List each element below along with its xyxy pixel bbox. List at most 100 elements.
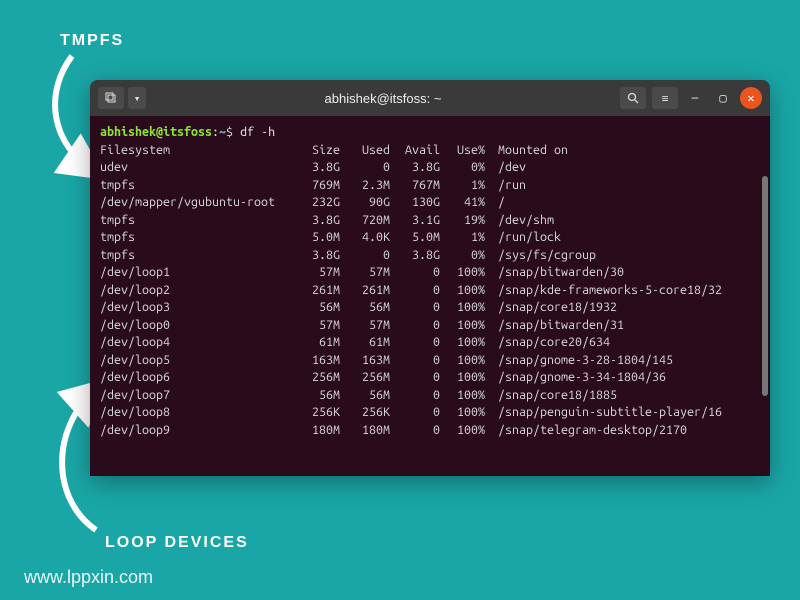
hamburger-icon: ≡	[662, 92, 669, 105]
col-size: 61M	[295, 334, 340, 352]
col-filesystem: tmpfs	[100, 247, 295, 265]
col-avail: 0	[390, 352, 440, 370]
col-avail: 0	[390, 422, 440, 440]
minimize-icon: —	[692, 92, 699, 105]
col-size: 256M	[295, 369, 340, 387]
col-used: 61M	[340, 334, 390, 352]
col-avail: 0	[390, 369, 440, 387]
col-use-pct: 1%	[440, 177, 485, 195]
col-use-pct: 100%	[440, 387, 485, 405]
maximize-button[interactable]: ▢	[712, 87, 734, 109]
col-size: 5.0M	[295, 229, 340, 247]
col-used: 261M	[340, 282, 390, 300]
df-row: /dev/loop9180M180M0100% /snap/telegram-d…	[100, 422, 760, 440]
col-filesystem: tmpfs	[100, 177, 295, 195]
terminal-window: ▾ abhishek@itsfoss: ~ ≡ — ▢ ✕ abhishek@i	[90, 80, 770, 476]
col-size: 57M	[295, 317, 340, 335]
tab-dropdown-button[interactable]: ▾	[128, 87, 146, 109]
col-avail: 767M	[390, 177, 440, 195]
col-mounted-on: /snap/bitwarden/31	[485, 318, 624, 332]
col-avail: 0	[390, 317, 440, 335]
titlebar-right-controls: ≡ — ▢ ✕	[620, 87, 762, 109]
col-mounted-on: /snap/gnome-3-28-1804/145	[485, 353, 673, 367]
minimize-button[interactable]: —	[684, 87, 706, 109]
col-filesystem: /dev/loop9	[100, 422, 295, 440]
titlebar: ▾ abhishek@itsfoss: ~ ≡ — ▢ ✕	[90, 80, 770, 116]
col-size: 180M	[295, 422, 340, 440]
col-used: 90G	[340, 194, 390, 212]
col-used: 2.3M	[340, 177, 390, 195]
col-use-pct: 100%	[440, 334, 485, 352]
col-mounted-on: /snap/telegram-desktop/2170	[485, 423, 687, 437]
maximize-icon: ▢	[719, 91, 726, 105]
col-use-pct: 100%	[440, 422, 485, 440]
close-button[interactable]: ✕	[740, 87, 762, 109]
col-filesystem: udev	[100, 159, 295, 177]
col-mounted-on: /snap/kde-frameworks-5-core18/32	[485, 283, 722, 297]
prompt-dollar: $	[226, 125, 240, 139]
df-row: tmpfs3.8G03.8G0% /sys/fs/cgroup	[100, 247, 760, 265]
search-icon	[627, 92, 639, 104]
menu-button[interactable]: ≡	[652, 87, 678, 109]
df-header-row: FilesystemSizeUsedAvailUse% Mounted on	[100, 142, 760, 160]
terminal-body[interactable]: abhishek@itsfoss:~$ df -h FilesystemSize…	[90, 116, 770, 476]
col-use-pct: 100%	[440, 317, 485, 335]
col-used: 256M	[340, 369, 390, 387]
col-avail: 3.8G	[390, 247, 440, 265]
col-mounted-on: Mounted on	[485, 143, 568, 157]
col-use-pct: 100%	[440, 264, 485, 282]
col-avail: 5.0M	[390, 229, 440, 247]
col-filesystem: tmpfs	[100, 212, 295, 230]
col-size: 256K	[295, 404, 340, 422]
df-row: /dev/loop5163M163M0100% /snap/gnome-3-28…	[100, 352, 760, 370]
prompt-line: abhishek@itsfoss:~$ df -h	[100, 124, 760, 142]
col-use-pct: 1%	[440, 229, 485, 247]
prompt-colon: :	[212, 125, 219, 139]
df-output: FilesystemSizeUsedAvailUse% Mounted onud…	[100, 142, 760, 440]
df-row: /dev/loop2261M261M0100% /snap/kde-framew…	[100, 282, 760, 300]
col-avail: 0	[390, 282, 440, 300]
prompt-user: abhishek@itsfoss	[100, 125, 212, 139]
df-row: tmpfs3.8G720M3.1G19% /dev/shm	[100, 212, 760, 230]
chevron-down-icon: ▾	[134, 92, 141, 105]
annotation-tmpfs: TMPFS	[60, 32, 124, 50]
col-avail: 130G	[390, 194, 440, 212]
col-size: 3.8G	[295, 212, 340, 230]
col-used: 57M	[340, 317, 390, 335]
col-mounted-on: /sys/fs/cgroup	[485, 248, 596, 262]
window-title: abhishek@itsfoss: ~	[146, 91, 620, 106]
df-row: /dev/loop157M57M0100% /snap/bitwarden/30	[100, 264, 760, 282]
col-filesystem: /dev/loop8	[100, 404, 295, 422]
col-used: 56M	[340, 387, 390, 405]
col-size: 57M	[295, 264, 340, 282]
col-use-pct: Use%	[440, 142, 485, 160]
scrollbar[interactable]	[762, 176, 768, 396]
new-tab-button[interactable]	[98, 87, 124, 109]
col-filesystem: tmpfs	[100, 229, 295, 247]
col-size: 56M	[295, 299, 340, 317]
col-mounted-on: /snap/core18/1932	[485, 300, 617, 314]
col-mounted-on: /snap/gnome-3-34-1804/36	[485, 370, 666, 384]
col-size: 163M	[295, 352, 340, 370]
col-used: 256K	[340, 404, 390, 422]
col-mounted-on: /	[485, 195, 505, 209]
df-row: /dev/loop756M56M0100% /snap/core18/1885	[100, 387, 760, 405]
col-size: 769M	[295, 177, 340, 195]
col-use-pct: 100%	[440, 282, 485, 300]
col-size: 261M	[295, 282, 340, 300]
search-button[interactable]	[620, 87, 646, 109]
col-filesystem: /dev/loop4	[100, 334, 295, 352]
col-avail: 3.8G	[390, 159, 440, 177]
new-tab-icon	[105, 92, 117, 104]
close-icon: ✕	[747, 91, 754, 105]
col-size: 232G	[295, 194, 340, 212]
col-filesystem: /dev/mapper/vgubuntu-root	[100, 194, 295, 212]
col-used: 720M	[340, 212, 390, 230]
col-size: 3.8G	[295, 247, 340, 265]
df-row: /dev/mapper/vgubuntu-root232G90G130G41% …	[100, 194, 760, 212]
df-row: udev3.8G03.8G0% /dev	[100, 159, 760, 177]
col-used: 4.0K	[340, 229, 390, 247]
col-use-pct: 100%	[440, 369, 485, 387]
df-row: /dev/loop057M57M0100% /snap/bitwarden/31	[100, 317, 760, 335]
col-mounted-on: /dev	[485, 160, 526, 174]
